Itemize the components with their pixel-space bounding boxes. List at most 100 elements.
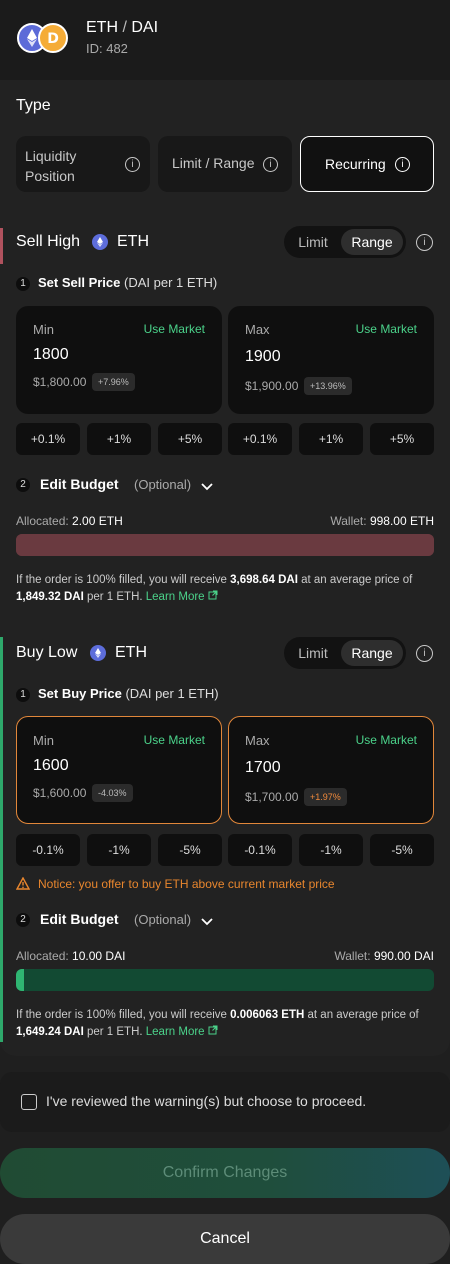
use-market-link[interactable]: Use Market — [356, 733, 417, 747]
type-option-label: Liquidity — [25, 148, 77, 164]
sell-budget-fill — [16, 534, 434, 556]
info-icon[interactable]: i — [125, 157, 140, 172]
min-label: Min — [33, 322, 54, 337]
buy-token: ETH — [115, 644, 147, 661]
cancel-button[interactable]: Cancel — [0, 1214, 450, 1264]
type-liquidity-position[interactable]: Liquidity Position i — [16, 136, 150, 192]
sell-budget-slider[interactable] — [16, 534, 434, 556]
type-limit-range[interactable]: Limit / Range i — [158, 136, 292, 192]
sell-max-price-box[interactable]: Max Use Market 1900 $1,900.00 +13.96% — [228, 306, 434, 414]
external-link-icon — [208, 1025, 218, 1035]
learn-more-link[interactable]: Learn More — [146, 1026, 205, 1038]
info-icon[interactable]: i — [416, 645, 433, 662]
eth-icon — [92, 234, 108, 250]
confirm-changes-button[interactable]: Confirm Changes — [0, 1148, 450, 1198]
chevron-down-icon[interactable] — [200, 479, 214, 497]
buy-max-step-button[interactable]: -0.1% — [228, 834, 292, 866]
wallet-balance: Wallet: 998.00 ETH — [330, 514, 434, 528]
step-number: 1 — [16, 688, 30, 702]
sell-min-step-button[interactable]: +0.1% — [16, 423, 80, 455]
edit-budget-toggle[interactable]: Edit Budget — [40, 476, 119, 492]
max-price-input[interactable]: 1700 — [245, 759, 281, 777]
max-price-delta-badge: +13.96% — [304, 377, 352, 395]
type-title: Type — [16, 97, 51, 114]
toggle-limit[interactable]: Limit — [284, 637, 342, 669]
order-header: D ETH / DAI ID: 482 — [0, 0, 450, 80]
info-icon[interactable]: i — [416, 234, 433, 251]
chevron-down-icon[interactable] — [200, 914, 214, 932]
buy-max-price-box[interactable]: Max Use Market 1700 $1,700.00 +1.97% — [228, 716, 434, 824]
min-price-usd: $1,800.00 — [33, 375, 87, 389]
set-buy-price-label: Set Buy Price (DAI per 1 ETH) — [38, 686, 219, 701]
type-recurring[interactable]: Recurring i — [300, 136, 434, 192]
optional-label: (Optional) — [134, 477, 192, 492]
use-market-link[interactable]: Use Market — [144, 322, 205, 336]
sell-min-price-box[interactable]: Min Use Market 1800 $1,800.00 +7.96% — [16, 306, 222, 414]
sell-limit-range-toggle[interactable]: Limit Range — [284, 226, 406, 258]
sell-max-step-button[interactable]: +1% — [299, 423, 363, 455]
external-link-icon — [208, 590, 218, 600]
warning-icon — [15, 876, 31, 895]
min-price-delta-badge: -4.03% — [92, 784, 133, 802]
type-option-label: Recurring — [325, 156, 386, 172]
sell-title: Sell High — [16, 233, 81, 250]
toggle-range[interactable]: Range — [341, 229, 403, 255]
acknowledge-label[interactable]: I've reviewed the warning(s) but choose … — [46, 1093, 366, 1109]
edit-budget-toggle[interactable]: Edit Budget — [40, 911, 119, 927]
buy-min-price-box[interactable]: Min Use Market 1600 $1,600.00 -4.03% — [16, 716, 222, 824]
min-price-input[interactable]: 1800 — [33, 346, 69, 364]
min-price-delta-badge: +7.96% — [92, 373, 135, 391]
acknowledge-checkbox[interactable] — [21, 1094, 37, 1110]
acknowledge-card: I've reviewed the warning(s) but choose … — [0, 1072, 450, 1132]
max-price-input[interactable]: 1900 — [245, 348, 281, 366]
set-sell-price-label: Set Sell Price (DAI per 1 ETH) — [38, 275, 218, 290]
type-option-label: Position — [25, 168, 75, 184]
allocated-amount: Allocated: 10.00 DAI — [16, 949, 126, 963]
buy-max-step-button[interactable]: -1% — [299, 834, 363, 866]
allocated-amount: Allocated: 2.00 ETH — [16, 514, 123, 528]
max-price-delta-badge: +1.97% — [304, 788, 347, 806]
step-number: 1 — [16, 277, 30, 291]
sell-summary-note: If the order is 100% filled, you will re… — [16, 574, 413, 603]
price-notice: Notice: you offer to buy ETH above curre… — [38, 877, 335, 891]
min-price-usd: $1,600.00 — [33, 786, 87, 800]
sell-max-step-button[interactable]: +0.1% — [228, 423, 292, 455]
use-market-link[interactable]: Use Market — [356, 322, 417, 336]
type-option-label: Limit / Range — [172, 155, 255, 171]
wallet-balance: Wallet: 990.00 DAI — [334, 949, 434, 963]
sell-max-step-button[interactable]: +5% — [370, 423, 434, 455]
min-label: Min — [33, 733, 54, 748]
eth-icon — [90, 645, 106, 661]
buy-min-step-button[interactable]: -5% — [158, 834, 222, 866]
sell-min-step-button[interactable]: +5% — [158, 423, 222, 455]
pair-title: ETH / DAI — [86, 19, 159, 36]
sell-min-step-button[interactable]: +1% — [87, 423, 151, 455]
max-label: Max — [245, 733, 270, 748]
buy-min-step-button[interactable]: -0.1% — [16, 834, 80, 866]
svg-text:D: D — [47, 31, 59, 47]
buy-summary-note: If the order is 100% filled, you will re… — [16, 1009, 419, 1038]
step-number: 2 — [16, 913, 30, 927]
step-number: 2 — [16, 478, 30, 492]
buy-limit-range-toggle[interactable]: Limit Range — [284, 637, 406, 669]
buy-max-step-button[interactable]: -5% — [370, 834, 434, 866]
info-icon[interactable]: i — [263, 157, 278, 172]
toggle-limit[interactable]: Limit — [284, 226, 342, 258]
buy-budget-fill — [16, 969, 24, 991]
buy-min-step-button[interactable]: -1% — [87, 834, 151, 866]
max-label: Max — [245, 322, 270, 337]
sell-token: ETH — [117, 233, 149, 250]
buy-accent-bar — [0, 637, 3, 1042]
use-market-link[interactable]: Use Market — [144, 733, 205, 747]
learn-more-link[interactable]: Learn More — [146, 591, 205, 603]
min-price-input[interactable]: 1600 — [33, 757, 69, 775]
max-price-usd: $1,700.00 — [245, 790, 299, 804]
toggle-range[interactable]: Range — [341, 640, 403, 666]
max-price-usd: $1,900.00 — [245, 379, 299, 393]
sell-accent-bar — [0, 228, 3, 264]
dai-icon: D — [38, 23, 68, 53]
info-icon[interactable]: i — [395, 157, 410, 172]
optional-label: (Optional) — [134, 912, 192, 927]
buy-budget-slider[interactable] — [16, 969, 434, 991]
buy-title: Buy Low — [16, 644, 78, 661]
